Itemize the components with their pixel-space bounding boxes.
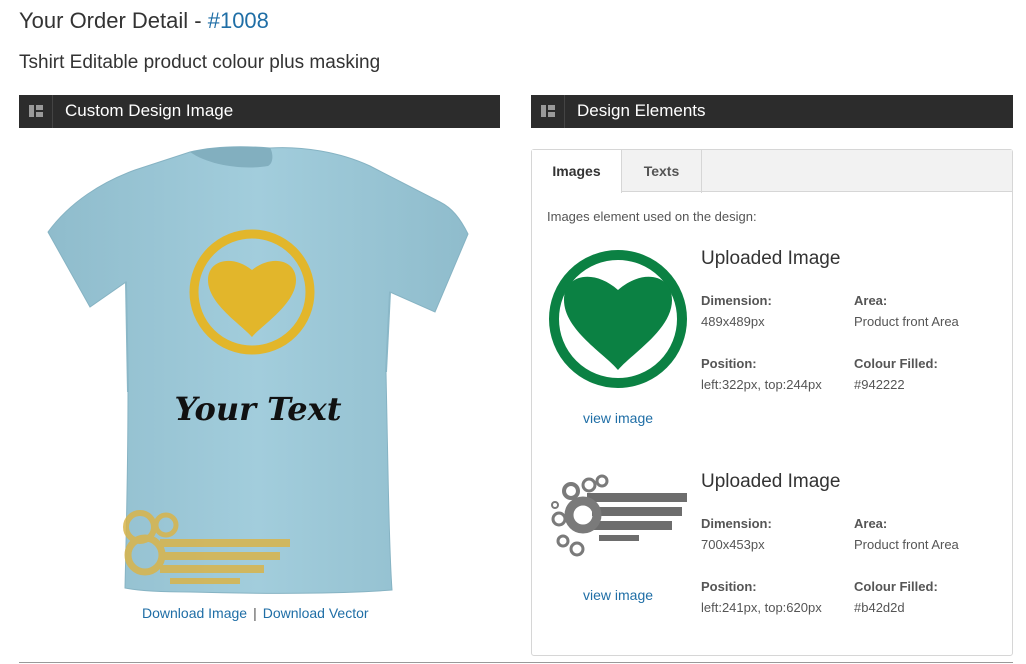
view-image-link[interactable]: view image bbox=[583, 410, 653, 426]
element-tabs: Images Texts bbox=[532, 150, 1012, 193]
position-field: Position: left:322px, top:244px bbox=[701, 356, 822, 392]
design-elements-header: Design Elements bbox=[531, 95, 1013, 128]
view-image-link[interactable]: view image bbox=[583, 587, 653, 603]
custom-design-header: Custom Design Image bbox=[19, 95, 500, 128]
element-title: Uploaded Image bbox=[701, 248, 841, 269]
colour-filled-field: Colour Filled: #b42d2d bbox=[854, 579, 938, 615]
page-title-prefix: Your Order Detail - bbox=[19, 8, 208, 33]
area-field: Area: Product front Area bbox=[854, 293, 959, 329]
design-element-item: view image Uploaded Image Dimension: 700… bbox=[547, 471, 997, 641]
dimension-field: Dimension: 489x489px bbox=[701, 293, 772, 329]
grunge-stripes-icon bbox=[547, 471, 689, 571]
custom-design-title: Custom Design Image bbox=[65, 101, 234, 120]
area-field: Area: Product front Area bbox=[854, 516, 959, 552]
images-intro-text: Images element used on the design: bbox=[547, 209, 757, 224]
design-elements-box: Images Texts Images element used on the … bbox=[531, 149, 1013, 656]
tshirt-body bbox=[47, 146, 469, 594]
element-title: Uploaded Image bbox=[701, 471, 841, 492]
design-element-item: view image Uploaded Image Dimension: 489… bbox=[547, 248, 997, 438]
product-name: Tshirt Editable product colour plus mask… bbox=[19, 52, 381, 73]
page-title: Your Order Detail - #1008 bbox=[19, 8, 269, 34]
download-vector-link[interactable]: Download Vector bbox=[263, 605, 369, 621]
layout-icon bbox=[531, 95, 565, 128]
heart-circle-icon bbox=[547, 248, 689, 390]
download-image-link[interactable]: Download Image bbox=[142, 605, 247, 621]
link-separator: | bbox=[253, 605, 257, 621]
order-number-link[interactable]: #1008 bbox=[208, 8, 269, 33]
download-links: Download Image | Download Vector bbox=[142, 605, 369, 621]
colour-filled-field: Colour Filled: #942222 bbox=[854, 356, 938, 392]
divider bbox=[19, 662, 1013, 663]
tab-texts[interactable]: Texts bbox=[622, 150, 702, 193]
tab-images[interactable]: Images bbox=[532, 150, 622, 193]
shirt-text: Your Text bbox=[174, 390, 341, 428]
layout-icon bbox=[19, 95, 53, 128]
position-field: Position: left:241px, top:620px bbox=[701, 579, 822, 615]
tshirt-design-preview: Your Text bbox=[40, 142, 480, 597]
design-elements-title: Design Elements bbox=[577, 101, 706, 120]
dimension-field: Dimension: 700x453px bbox=[701, 516, 772, 552]
